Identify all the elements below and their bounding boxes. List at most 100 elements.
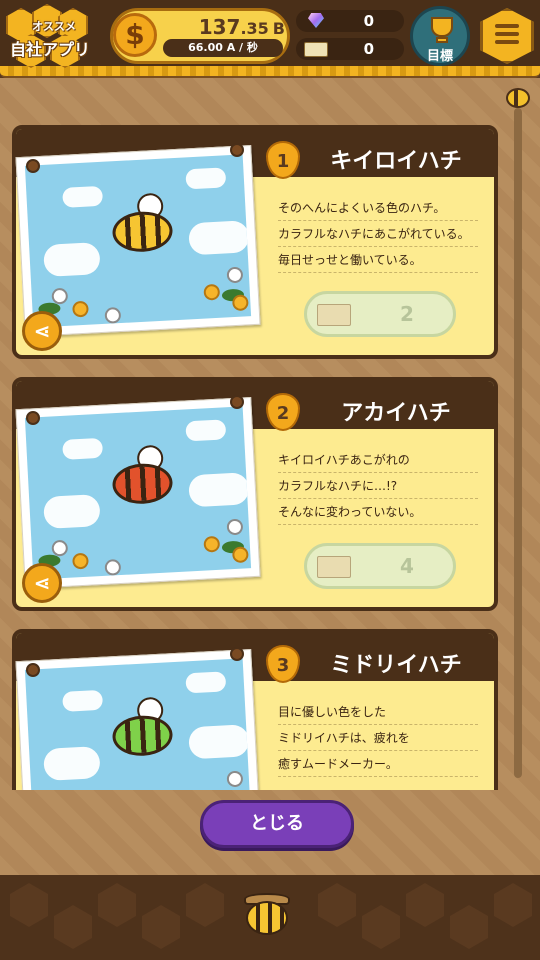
bee-character-icon[interactable]	[246, 901, 288, 935]
hamburger-menu-icon[interactable]	[495, 24, 519, 46]
flower	[231, 294, 249, 312]
bee-description: 目に優しい色をした ミドリイハチは、疲れを 癒すムードメーカー。	[278, 699, 478, 777]
flower	[203, 283, 221, 301]
flower	[226, 770, 244, 788]
cloud	[185, 671, 227, 694]
hex-decoration	[362, 905, 400, 949]
dollar-coin-icon: $	[113, 13, 157, 57]
yellow-bee-icon	[111, 210, 174, 254]
pin-icon	[230, 395, 244, 409]
pin-icon	[26, 663, 40, 677]
money-value: 137.35 B	[165, 15, 285, 39]
gem-count: 0	[363, 12, 374, 30]
cloud	[62, 689, 104, 712]
cloud	[188, 724, 250, 760]
photo-scene	[24, 406, 252, 580]
share-button[interactable]: ⋖	[22, 563, 62, 603]
pin-icon	[230, 647, 244, 661]
pin-icon	[230, 143, 244, 157]
flower	[203, 535, 221, 553]
description-line: ミドリイハチは、疲れを	[278, 725, 478, 751]
hex-decoration	[54, 905, 92, 949]
gem-counter: 0	[296, 10, 404, 32]
cloud	[188, 472, 250, 508]
description-line: カラフルなハチに…!?	[278, 473, 478, 499]
money-unit: B	[272, 19, 285, 38]
hex-decoration	[406, 883, 444, 927]
scroll-bee-handle-icon[interactable]	[506, 88, 530, 108]
cloud	[62, 185, 104, 208]
pin-icon	[26, 411, 40, 425]
money-counter: $ 137.35 B 66.00 A / 秒	[110, 8, 290, 64]
share-button[interactable]: ⋖	[22, 311, 62, 351]
cloud	[185, 167, 227, 190]
promo-main-label: 自社アプリ	[10, 40, 91, 59]
unlock-button[interactable]: 2	[304, 291, 456, 337]
flower	[104, 307, 122, 324]
ticket-icon	[304, 42, 328, 57]
hex-decoration	[98, 883, 136, 927]
description-line: そんなに変わっていない。	[278, 499, 478, 525]
flower	[72, 552, 89, 570]
goal-button[interactable]: 目標	[410, 6, 470, 66]
cloud	[62, 437, 104, 460]
money-dec: .35	[240, 19, 269, 38]
cloud	[188, 220, 250, 256]
green-bee-icon	[111, 714, 174, 758]
hex-decoration	[142, 905, 180, 949]
ticket-counter: 0	[296, 38, 404, 60]
hex-decoration	[494, 883, 532, 927]
bee-photo	[15, 144, 261, 338]
description-line: 目に優しい色をした	[278, 699, 478, 725]
hex-decoration	[318, 883, 356, 927]
flower	[226, 266, 244, 284]
bee-card: 3 ミドリイハチ 目に優しい色をした ミドリイハチは、疲れを 癒すムードメーカー…	[12, 629, 498, 790]
bee-description: キイロイハチあこがれの カラフルなハチに…!? そんなに変わっていない。	[278, 447, 478, 525]
bee-name: キイロイハチ	[330, 149, 462, 174]
description-line: カラフルなハチにあこがれている。	[278, 221, 478, 247]
description-line: 癒すムードメーカー。	[278, 751, 478, 777]
unlock-cost: 4	[400, 554, 414, 578]
bee-list[interactable]: 1 キイロイハチ ⋖ そのへんによくいる色のハチ。 カラフルなハチにあこがれてい…	[0, 78, 540, 790]
close-button[interactable]: とじる	[200, 800, 354, 848]
flower	[51, 539, 69, 557]
unlock-cost: 2	[400, 302, 414, 326]
promo-top-label: オススメ	[32, 20, 76, 33]
photo-scene	[24, 658, 252, 790]
bee-photo	[15, 648, 261, 790]
money-rate: 66.00 A / 秒	[163, 39, 283, 57]
bee-card: 2 アカイハチ ⋖ キイロイハチあこがれの カラフルなハチに…!? そんなに変わ…	[12, 377, 498, 611]
trophy-icon	[431, 17, 453, 37]
ticket-icon	[317, 304, 351, 326]
money-int: 137	[198, 15, 241, 39]
cloud	[43, 494, 101, 529]
cloud	[185, 419, 227, 442]
promo-apps-button[interactable]: オススメ 自社アプリ	[6, 4, 104, 68]
bee-description: そのへんによくいる色のハチ。 カラフルなハチにあこがれている。 毎日せっせと働い…	[278, 195, 478, 273]
flower	[231, 546, 249, 564]
hex-decoration	[450, 905, 488, 949]
diamond-icon	[308, 13, 324, 28]
bee-card: 1 キイロイハチ ⋖ そのへんによくいる色のハチ。 カラフルなハチにあこがれてい…	[12, 125, 498, 359]
red-bee-icon	[111, 462, 174, 506]
flower	[72, 300, 89, 318]
bottom-honeycomb-bar	[0, 875, 540, 960]
ticket-icon	[317, 556, 351, 578]
description-line: そのへんによくいる色のハチ。	[278, 195, 478, 221]
bee-name: ミドリイハチ	[330, 653, 462, 678]
hex-decoration	[186, 883, 224, 927]
pin-icon	[26, 159, 40, 173]
flower	[226, 518, 244, 536]
flower	[104, 559, 122, 576]
trophy-base	[436, 37, 448, 43]
scrollbar-track[interactable]	[514, 108, 522, 778]
hex-decoration	[10, 883, 48, 927]
description-line: キイロイハチあこがれの	[278, 447, 478, 473]
cloud	[43, 746, 101, 781]
goal-label: 目標	[426, 49, 453, 64]
bee-catalog-panel: 1 キイロイハチ ⋖ そのへんによくいる色のハチ。 カラフルなハチにあこがれてい…	[0, 78, 540, 875]
unlock-button[interactable]: 4	[304, 543, 456, 589]
description-line: 毎日せっせと働いている。	[278, 247, 478, 273]
photo-scene	[24, 154, 252, 328]
bee-photo	[15, 396, 261, 590]
